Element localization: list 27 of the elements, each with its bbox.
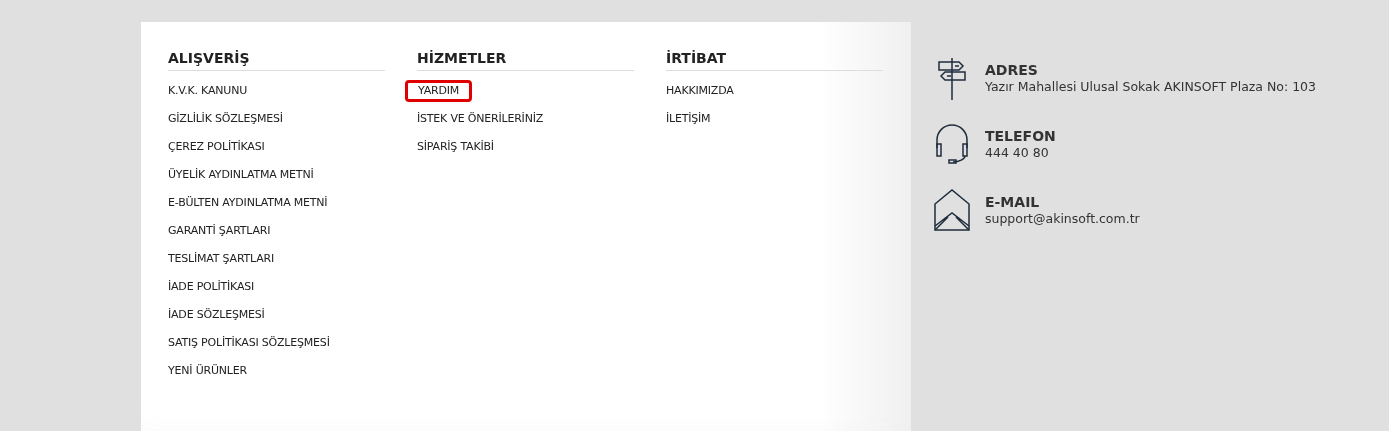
contact-title: TELEFON [985,128,1056,144]
contact-value: 444 40 80 [985,145,1050,160]
headset-icon [933,122,971,166]
footer-link[interactable]: K.V.K. KANUNU [168,83,248,99]
footer-link[interactable]: HAKKIMIZDA [666,83,734,99]
footer-link[interactable]: İSTEK VE ÖNERİLERİNİZ [417,111,544,127]
contact-title: ADRES [985,62,1039,78]
contact-value: Yazır Mahallesi Ulusal Sokak AKINSOFT Plaza No: 103 [985,79,1317,94]
footer-link[interactable]: İLETİŞİM [666,111,711,127]
column-heading: İRTİBAT [666,50,883,71]
footer-link[interactable]: GİZLİLİK SÖZLEŞMESİ [168,111,283,127]
footer-link[interactable]: TESLİMAT ŞARTLARI [168,251,275,267]
column-heading: ALIŞVERİŞ [168,50,385,71]
footer-link[interactable]: ÜYELİK AYDINLATMA METNİ [168,167,314,183]
footer-link[interactable]: GARANTİ ŞARTLARI [168,223,271,239]
contact-value: support@akinsoft.com.tr [985,211,1140,226]
footer-link[interactable]: SİPARİŞ TAKİBİ [417,139,494,155]
footer-link[interactable]: SATIŞ POLİTİKASI SÖZLEŞMESİ [168,335,330,351]
footer-link[interactable]: ÇEREZ POLİTİKASI [168,139,265,155]
footer-link[interactable]: İADE SÖZLEŞMESİ [168,307,265,323]
footer-link[interactable]: İADE POLİTİKASI [168,279,255,295]
column-heading: HİZMETLER [417,50,634,71]
footer-link[interactable]: E-BÜLTEN AYDINLATMA METNİ [168,195,328,211]
footer-link[interactable]: YENİ ÜRÜNLER [168,363,247,379]
envelope-icon [933,188,971,232]
contact-title: E-MAIL [985,194,1041,210]
footer-link[interactable]: YARDIM [405,80,473,102]
